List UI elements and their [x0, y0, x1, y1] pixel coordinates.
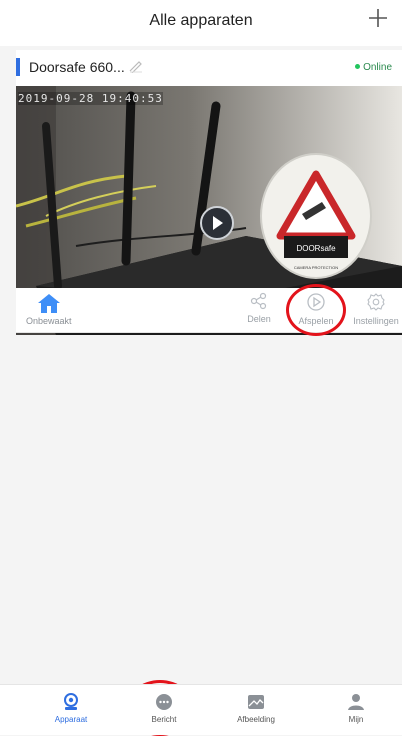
sticker-brand: DOORsafe [296, 244, 336, 253]
settings-button[interactable]: Instellingen [350, 292, 402, 326]
chat-icon [156, 694, 172, 710]
device-card-header: Doorsafe 660... Online [16, 50, 402, 84]
accent-bar [16, 58, 20, 76]
image-icon [248, 695, 264, 709]
tab-mijn-label: Mijn [348, 715, 364, 724]
top-bar: Alle apparaten [0, 0, 402, 46]
share-icon [250, 292, 267, 310]
mode-label: Onbewaakt [26, 316, 72, 326]
sticker-caption: CAMERA PROTECTION [294, 265, 338, 270]
settings-label: Instellingen [353, 316, 399, 326]
tab-mijn[interactable]: Mijn [326, 693, 386, 724]
user-icon [348, 694, 364, 710]
share-label: Delen [247, 314, 271, 324]
online-dot [355, 64, 361, 69]
tab-apparaat-label: Apparaat [54, 715, 88, 724]
plus-icon[interactable] [366, 6, 390, 30]
mode-toggle[interactable]: Onbewaakt [26, 292, 72, 326]
tab-apparaat[interactable]: Apparaat [41, 693, 101, 724]
gear-icon [367, 293, 385, 311]
edit-icon[interactable] [128, 59, 144, 73]
status-badge: Online [355, 62, 392, 73]
live-play-button[interactable] [200, 206, 234, 240]
status-text: Online [363, 62, 392, 73]
tab-afbeelding-label: Afbeelding [237, 715, 275, 724]
page-title: Alle apparaten [149, 12, 253, 29]
tab-bericht-label: Bericht [151, 715, 177, 724]
tab-bericht[interactable]: Bericht [134, 693, 194, 724]
camera-timestamp: 2019-09-28 19:40:53 [18, 92, 163, 105]
camera-icon [64, 693, 78, 710]
bottom-nav: Apparaat Bericht Afbeelding Mijn [0, 684, 402, 735]
home-icon [37, 294, 60, 313]
device-name: Doorsafe 660... [29, 59, 125, 75]
tab-afbeelding[interactable]: Afbeelding [226, 693, 286, 724]
share-button[interactable]: Delen [244, 292, 274, 324]
highlight-circle-playback [286, 284, 346, 336]
